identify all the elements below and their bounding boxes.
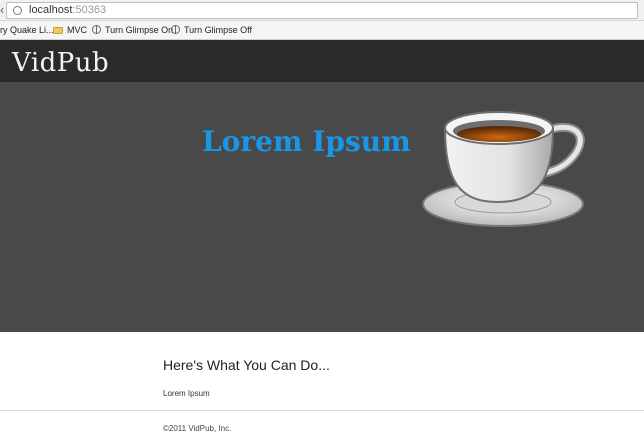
site-header: VidPub: [0, 40, 644, 82]
url-port: :50363: [72, 4, 107, 16]
bookmark-mvc[interactable]: MVC: [53, 24, 87, 37]
footer-divider: [0, 410, 644, 411]
url-host: localhost: [29, 4, 73, 16]
section-text: Lorem Ipsum: [163, 389, 210, 398]
url-text: localhost:50363: [29, 4, 106, 17]
bookmark-label: MVC: [67, 25, 87, 35]
hero-title: Lorem Ipsum: [202, 125, 411, 158]
globe-icon: [92, 25, 101, 34]
bookmark-glimpse-on[interactable]: Turn Glimpse On: [92, 24, 173, 37]
bookmark-label: ry Quake Li...: [0, 25, 54, 35]
bookmark-quake[interactable]: ry Quake Li...: [0, 24, 54, 37]
bookmark-glimpse-off[interactable]: Turn Glimpse Off: [171, 24, 252, 37]
footer-copyright: ©2011 VidPub, Inc.: [163, 424, 232, 433]
url-field[interactable]: localhost:50363: [6, 2, 638, 19]
folder-icon: [53, 27, 63, 34]
bookmarks-bar: ry Quake Li... MVC Turn Glimpse On Turn …: [0, 21, 644, 40]
globe-icon: [171, 25, 180, 34]
address-bar: ‹ localhost:50363: [0, 0, 644, 21]
coffee-cup-icon: [422, 111, 585, 227]
page-icon: [13, 6, 22, 15]
bookmark-label: Turn Glimpse Off: [184, 25, 253, 35]
site-logo[interactable]: VidPub: [12, 47, 109, 79]
section-title: Here's What You Can Do...: [163, 357, 330, 373]
bookmark-label: Turn Glimpse On: [105, 25, 174, 35]
hero-banner: Lorem Ipsum: [0, 82, 644, 332]
